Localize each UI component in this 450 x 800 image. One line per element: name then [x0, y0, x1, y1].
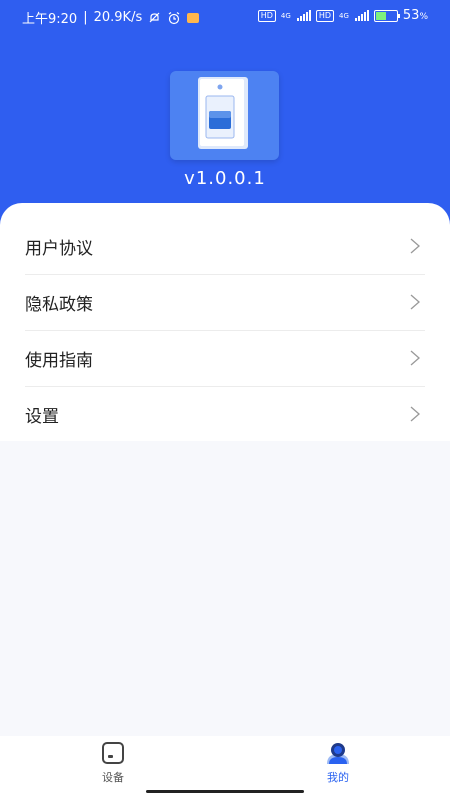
network-speed: 20.9K/s: [93, 10, 143, 25]
tab-mine[interactable]: 我的: [298, 740, 378, 788]
settings-menu: 用户协议 隐私政策 使用指南 设置: [0, 203, 450, 441]
chevron-right-icon: [410, 350, 420, 366]
device-icon: [102, 742, 124, 764]
battery-level-fill: [375, 11, 387, 20]
battery-icon: [373, 9, 400, 22]
smart-switch-icon: [198, 77, 248, 149]
battery-percentage: 53%: [402, 8, 428, 23]
profile-icon: [327, 743, 349, 764]
signal-icon-2: [354, 10, 369, 21]
network-type-label-2: 4G: [339, 11, 349, 20]
hd-badge-2: HD: [315, 9, 334, 22]
signal-icon: [296, 10, 311, 21]
tab-devices[interactable]: 设备: [73, 740, 153, 788]
menu-item-privacy-policy[interactable]: 隐私政策: [25, 274, 425, 331]
menu-item-user-guide[interactable]: 使用指南: [25, 330, 425, 387]
message-notification-icon: [187, 12, 200, 23]
chevron-right-icon: [410, 238, 420, 254]
menu-item-label: 设置: [25, 406, 59, 427]
alarm-icon: [168, 11, 180, 24]
menu-item-label: 用户协议: [25, 238, 93, 259]
network-type-label: 4G: [280, 11, 291, 20]
app-logo: [170, 71, 279, 160]
app-version: v1.0.0.1: [184, 168, 266, 189]
menu-item-user-agreement[interactable]: 用户协议: [25, 218, 425, 275]
status-time: 上午9:20: [22, 12, 78, 27]
chevron-right-icon: [410, 406, 420, 422]
tab-label: 设备: [102, 771, 124, 784]
menu-item-settings[interactable]: 设置: [25, 386, 425, 442]
status-bar: 上午9:20 | 20.9K/s HD 4G HD 4G 53%: [22, 8, 428, 27]
menu-item-label: 隐私政策: [25, 294, 93, 315]
mute-notification-icon: [149, 12, 160, 23]
home-indicator: [146, 790, 304, 793]
tab-label: 我的: [327, 771, 349, 784]
chevron-right-icon: [410, 294, 420, 310]
menu-item-label: 使用指南: [25, 350, 93, 371]
hd-badge: HD: [257, 9, 276, 22]
